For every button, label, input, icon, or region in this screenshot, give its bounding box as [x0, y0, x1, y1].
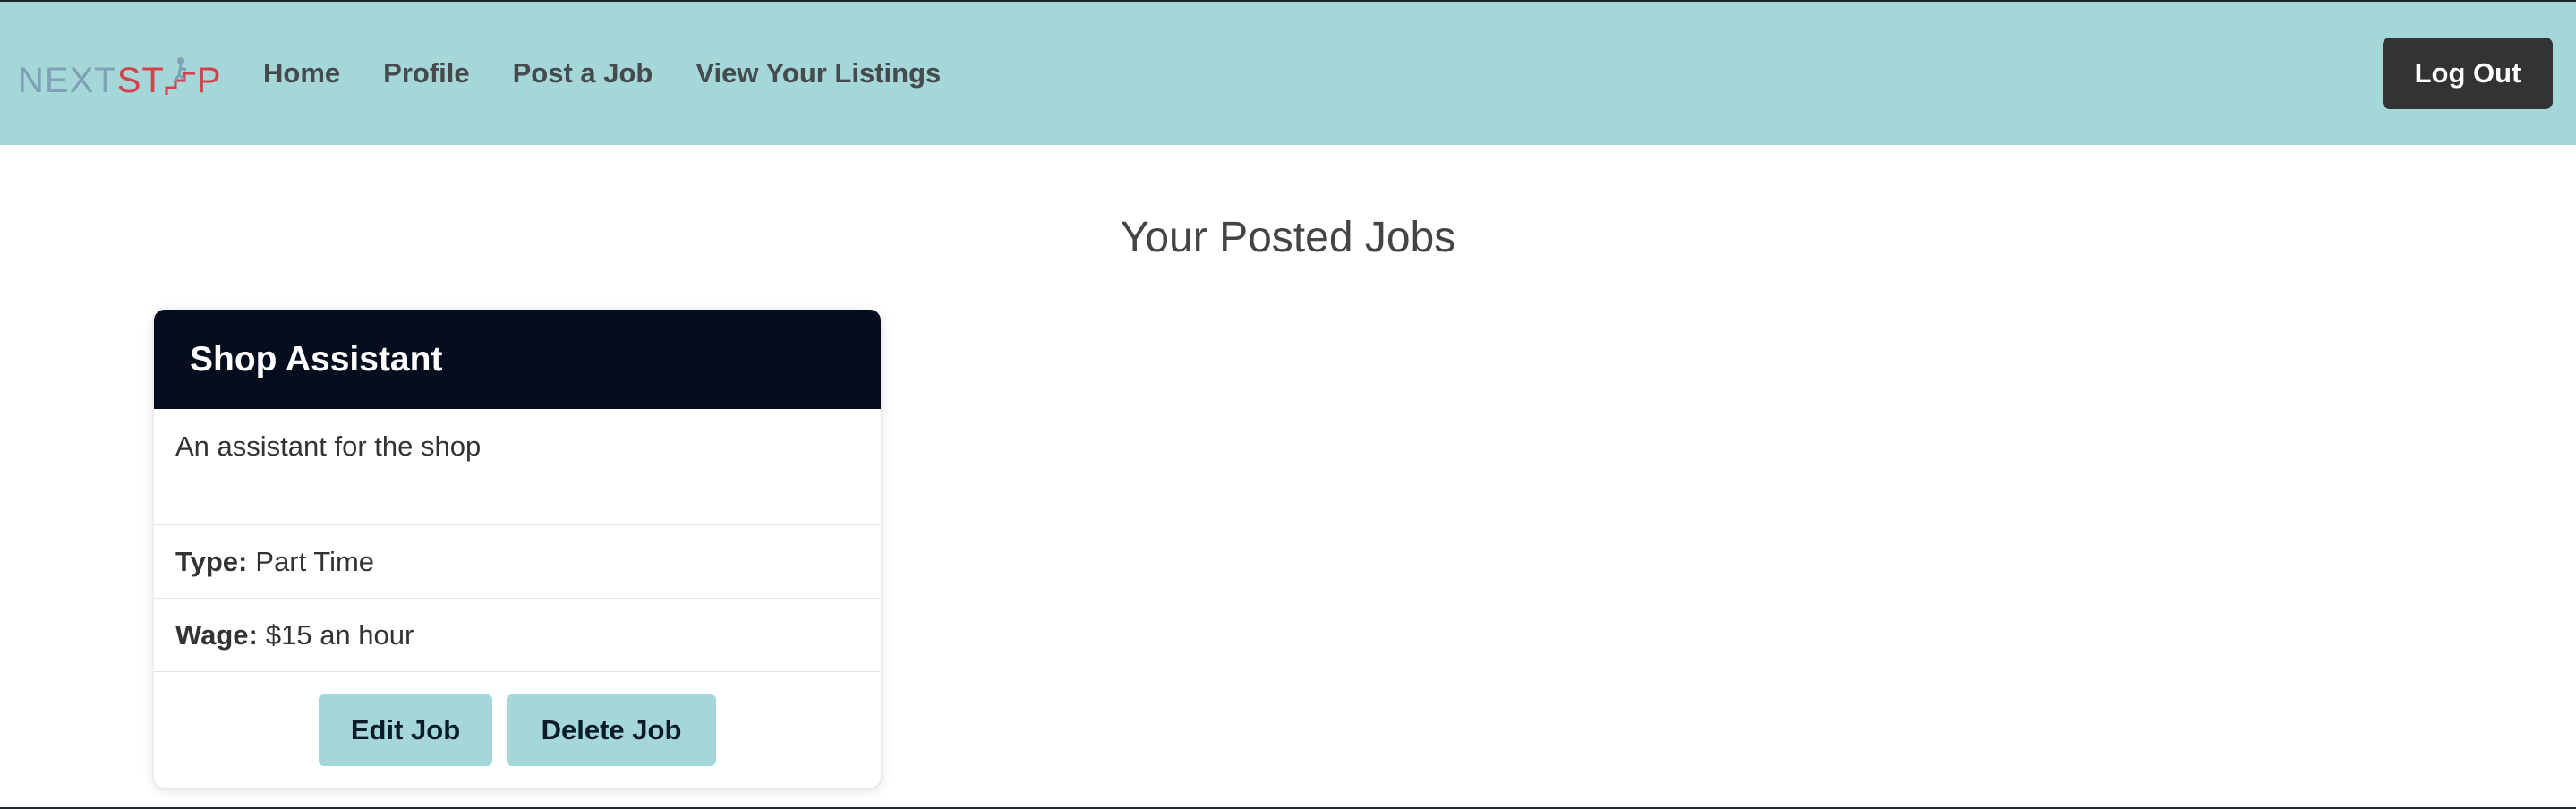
logo-text-st: ST — [116, 61, 165, 100]
nav-links: Home Profile Post a Job View Your Listin… — [263, 2, 941, 145]
job-wage-label: Wage: — [175, 618, 258, 651]
job-card-header: Shop Assistant — [154, 310, 881, 409]
job-card-actions: Edit Job Delete Job — [154, 672, 881, 788]
nav-link-profile[interactable]: Profile — [383, 57, 469, 89]
nav-link-home[interactable]: Home — [263, 57, 340, 89]
logout-button[interactable]: Log Out — [2383, 38, 2553, 109]
job-card: Shop Assistant An assistant for the shop… — [154, 310, 881, 788]
job-wage-row: Wage: $15 an hour — [154, 599, 881, 672]
delete-job-button[interactable]: Delete Job — [507, 694, 716, 766]
edit-job-button[interactable]: Edit Job — [319, 694, 492, 766]
nav-link-view-your-listings[interactable]: View Your Listings — [695, 57, 941, 89]
page-title: Your Posted Jobs — [1120, 214, 1456, 261]
job-wage-value: $15 an hour — [265, 618, 414, 651]
job-title: Shop Assistant — [190, 339, 443, 379]
stair-climber-icon — [165, 57, 197, 98]
job-type-row: Type: Part Time — [154, 525, 881, 599]
nav-link-post-a-job[interactable]: Post a Job — [513, 57, 653, 89]
job-description: An assistant for the shop — [154, 409, 881, 525]
app-window: NEXT ST P Home Profile Post a Job View Yo… — [0, 0, 2576, 809]
job-type-value: Part Time — [255, 545, 375, 577]
top-navbar: NEXT ST P Home Profile Post a Job View Yo… — [0, 2, 2576, 145]
nextstep-logo[interactable]: NEXT ST P — [18, 54, 222, 98]
logo-text-p: P — [196, 61, 222, 100]
logo-text-next: NEXT — [18, 61, 117, 100]
job-type-label: Type: — [175, 545, 248, 577]
